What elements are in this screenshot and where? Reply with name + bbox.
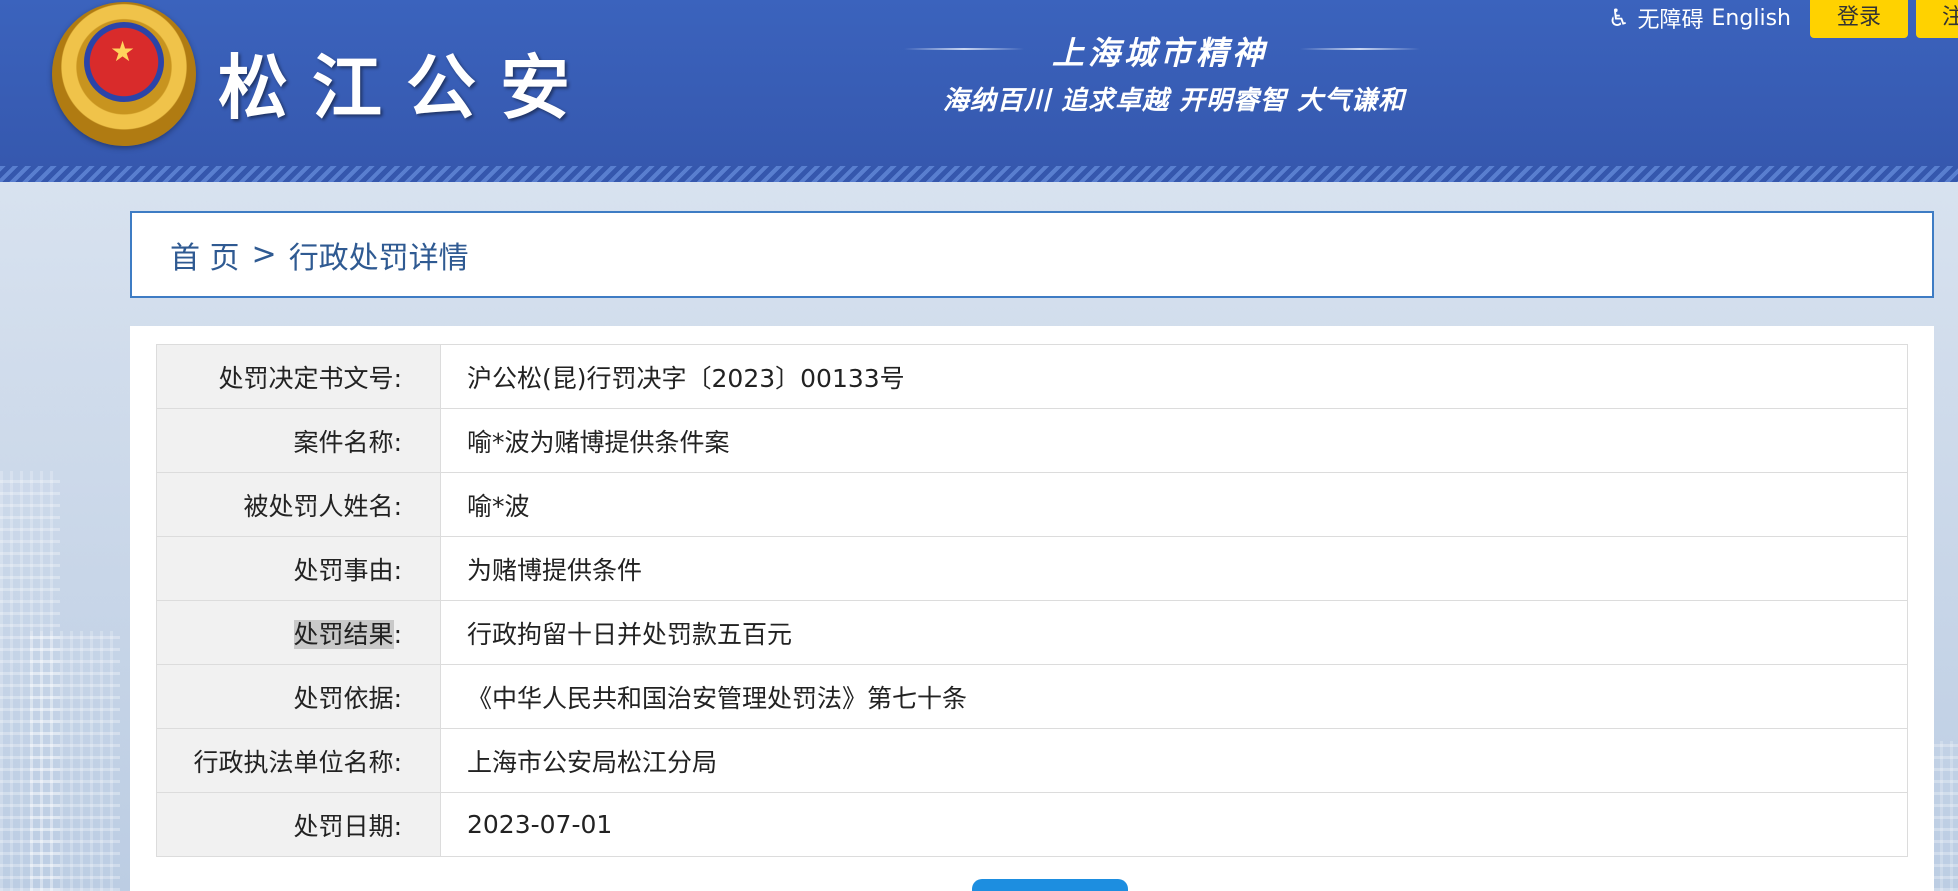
row-value: 上海市公安局松江分局: [440, 728, 1908, 793]
register-button[interactable]: 注: [1916, 0, 1958, 38]
breadcrumb-separator: >: [251, 237, 277, 272]
top-links: ♿ 无障碍 English: [1608, 2, 1791, 34]
english-link[interactable]: English: [1712, 6, 1791, 31]
site-title: 松江公安: [218, 46, 594, 129]
penalty-details-table: 处罚决定书文号: 沪公松(昆)行罚决字〔2023〕00133号 案件名称: 喻*…: [156, 344, 1908, 857]
login-button[interactable]: 登录: [1810, 0, 1908, 38]
row-label: 处罚依据:: [156, 664, 441, 729]
row-label: 案件名称:: [156, 408, 441, 473]
row-value: 沪公松(昆)行罚决字〔2023〕00133号: [440, 344, 1908, 409]
row-label: 处罚决定书文号:: [156, 344, 441, 409]
breadcrumb: 首 页 > 行政处罚详情: [130, 211, 1934, 298]
row-label: 被处罚人姓名:: [156, 472, 441, 537]
table-row: 案件名称: 喻*波为赌博提供条件案: [156, 408, 1908, 473]
bottom-action-button[interactable]: [972, 879, 1128, 891]
highlighted-label: 处罚结果: [293, 619, 394, 649]
accessibility-link[interactable]: 无障碍: [1638, 2, 1704, 34]
table-row: 处罚结果: 行政拘留十日并处罚款五百元: [156, 600, 1908, 665]
header-decorative-strip: [0, 166, 1958, 182]
table-row: 处罚依据: 《中华人民共和国治安管理处罚法》第七十条: [156, 664, 1908, 729]
row-value: 行政拘留十日并处罚款五百元: [440, 600, 1908, 665]
accessibility-icon[interactable]: ♿: [1608, 4, 1630, 32]
city-spirit-motto: 海纳百川 追求卓越 开明睿智 大气谦和: [942, 86, 1406, 116]
breadcrumb-current: 行政处罚详情: [288, 240, 469, 276]
row-value: 为赌博提供条件: [440, 536, 1908, 601]
row-value: 2023-07-01: [440, 792, 1908, 857]
city-spirit-title: 上海城市精神: [1051, 34, 1268, 72]
row-value: 喻*波: [440, 472, 1908, 537]
table-row: 处罚日期: 2023-07-01: [156, 792, 1908, 857]
spirit-divider-right: [1300, 48, 1420, 50]
table-row: 行政执法单位名称: 上海市公安局松江分局: [156, 728, 1908, 793]
row-label: 处罚日期:: [156, 792, 441, 857]
content-panel: 处罚决定书文号: 沪公松(昆)行罚决字〔2023〕00133号 案件名称: 喻*…: [130, 326, 1934, 891]
table-row: 处罚决定书文号: 沪公松(昆)行罚决字〔2023〕00133号: [156, 344, 1908, 409]
row-value: 喻*波为赌博提供条件案: [440, 408, 1908, 473]
breadcrumb-home-link[interactable]: 首 页: [170, 233, 240, 277]
table-row: 被处罚人姓名: 喻*波: [156, 472, 1908, 537]
site-header: ★ 松江公安 上海城市精神 海纳百川 追求卓越 开明睿智 大气谦和 ♿ 无障碍 …: [0, 0, 1958, 182]
police-emblem-logo: ★: [52, 2, 196, 146]
row-label: 处罚事由:: [156, 536, 441, 601]
row-value: 《中华人民共和国治安管理处罚法》第七十条: [440, 664, 1908, 729]
row-label: 行政执法单位名称:: [156, 728, 441, 793]
row-label: 处罚结果:: [156, 600, 441, 665]
table-row: 处罚事由: 为赌博提供条件: [156, 536, 1908, 601]
